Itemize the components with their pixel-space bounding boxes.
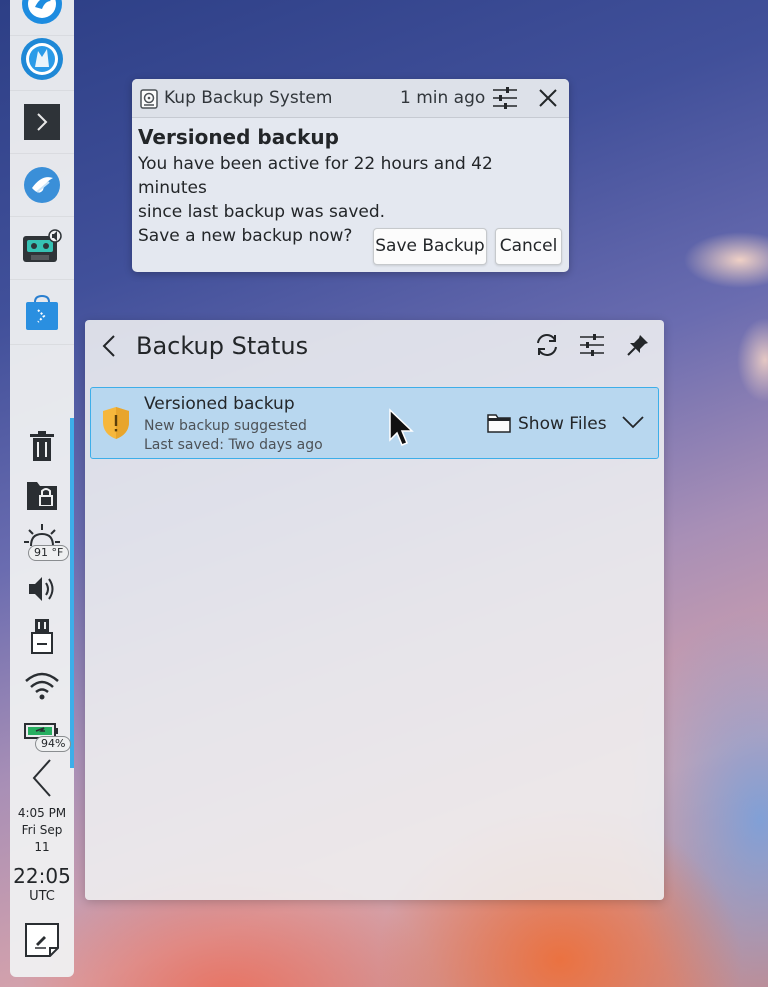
volume-tray-item[interactable] <box>10 572 74 606</box>
notification-title: Versioned backup <box>138 125 339 149</box>
utc-time: 22:05 <box>13 864 71 888</box>
folder-lock-icon <box>27 482 57 510</box>
warning-shield-icon <box>103 407 129 439</box>
network-tray-item[interactable] <box>10 668 74 702</box>
kde-connect-icon <box>24 166 60 203</box>
browser-tile[interactable] <box>10 27 74 91</box>
cancel-button[interactable]: Cancel <box>495 228 562 265</box>
krita-tile[interactable] <box>10 153 74 217</box>
notification-time: 1 min ago <box>400 88 486 108</box>
digital-clock-local[interactable]: 4:05 PM Fri Sep 11 <box>10 805 74 856</box>
wifi-icon <box>25 672 59 700</box>
backup-plan-status: New backup suggested <box>144 418 307 434</box>
chevron-down-icon[interactable] <box>622 415 644 429</box>
backup-status-popup: Backup Status Versioned backup New backu… <box>85 320 664 900</box>
app-launcher-icon <box>22 0 62 24</box>
sticky-note-icon <box>25 923 59 957</box>
notification-body-line: You have been active for 22 hours and 42… <box>138 154 493 198</box>
notes-widget[interactable] <box>10 920 74 960</box>
backup-plan-item[interactable]: Versioned backup New backup suggested La… <box>90 387 659 459</box>
software-store-icon <box>26 294 58 330</box>
weather-temperature: 91 °F <box>28 545 70 561</box>
speaker-volume-icon <box>29 577 54 601</box>
notification-app-name: Kup Backup System <box>164 88 333 108</box>
vault-tray-item[interactable] <box>10 477 74 513</box>
refresh-icon[interactable] <box>534 332 560 358</box>
notification-body-line: since last backup was saved. <box>138 202 386 222</box>
utc-label: UTC <box>29 889 55 904</box>
collapse-panel-button[interactable] <box>10 758 74 798</box>
trash-icon <box>30 431 54 461</box>
chevron-left-icon <box>32 759 51 797</box>
save-backup-button[interactable]: Save Backup <box>373 228 487 265</box>
usb-tray-item[interactable] <box>10 616 74 656</box>
battery-tray-item[interactable]: 94% <box>10 720 74 754</box>
backup-plan-last-saved: Last saved: Two days ago <box>144 437 323 453</box>
discover-tile[interactable] <box>10 281 74 345</box>
cassette-player-icon <box>23 228 62 262</box>
backup-plan-name: Versioned backup <box>144 394 295 414</box>
weather-tray-item[interactable]: 91 °F <box>10 522 74 562</box>
battery-percentage: 94% <box>35 736 72 752</box>
pin-icon[interactable] <box>626 333 650 357</box>
mouse-cursor-icon <box>389 408 414 446</box>
configure-icon[interactable] <box>492 86 518 110</box>
terminal-tile[interactable] <box>10 90 74 154</box>
close-icon[interactable] <box>537 87 559 109</box>
local-date: 11 <box>34 840 50 854</box>
local-time: 4:05 PM <box>17 806 67 820</box>
configure-icon[interactable] <box>579 332 605 358</box>
local-day: Fri Sep <box>21 823 63 837</box>
show-files-label: Show Files <box>518 414 607 434</box>
folder-icon <box>487 414 511 433</box>
notification-header: Kup Backup System 1 min ago <box>132 79 569 118</box>
trash-tray-item[interactable] <box>10 428 74 464</box>
back-arrow-icon[interactable] <box>101 334 117 358</box>
audio-player-tile[interactable] <box>10 216 74 280</box>
backup-app-icon <box>140 89 158 109</box>
usb-drive-icon <box>31 619 53 654</box>
digital-clock-utc[interactable]: 22:05 UTC <box>10 864 74 906</box>
backup-notification: Kup Backup System 1 min ago Versioned ba… <box>132 79 569 272</box>
panel-title: Backup Status <box>136 332 309 360</box>
terminal-icon <box>24 103 60 140</box>
web-browser-icon <box>21 37 63 80</box>
